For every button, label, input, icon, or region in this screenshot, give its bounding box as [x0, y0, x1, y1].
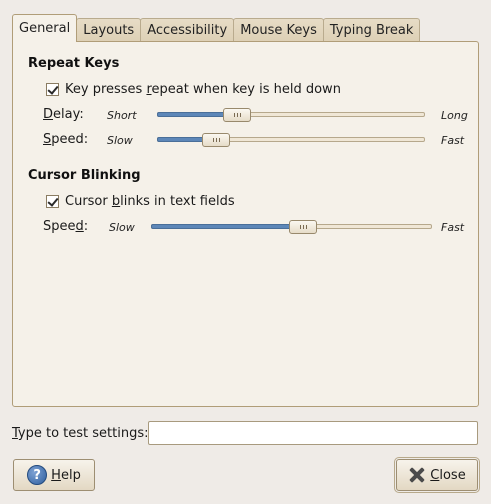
test-settings-label: Type to test settings:: [12, 426, 149, 441]
cursor-blink-checkbox-label: Cursor blinks in text fields: [65, 193, 235, 209]
repeat-speed-min-label: Slow: [107, 134, 133, 147]
repeat-speed-max-label: Fast: [441, 134, 465, 147]
tab-layouts[interactable]: Layouts: [76, 18, 142, 42]
repeat-speed-label: Speed:: [43, 132, 89, 147]
blink-speed-max-label: Fast: [441, 221, 465, 234]
close-icon: [408, 466, 426, 484]
close-button-label: Close: [430, 467, 466, 483]
cursor-blinking-heading: Cursor Blinking: [28, 168, 141, 183]
blink-speed-slider-fill: [151, 224, 303, 229]
help-icon: ?: [27, 465, 48, 485]
repeat-speed-slider-handle[interactable]: [202, 133, 230, 147]
tab-mouse-keys[interactable]: Mouse Keys: [233, 18, 324, 42]
tab-typing-break[interactable]: Typing Break: [322, 18, 421, 42]
tab-accessibility[interactable]: Accessibility: [140, 18, 235, 42]
help-button-label: Help: [51, 467, 81, 483]
cursor-blink-checkbox-row[interactable]: Cursor blinks in text fields: [46, 193, 235, 209]
blink-speed-min-label: Slow: [109, 221, 135, 234]
general-panel: Repeat Keys Key presses repeat when key …: [12, 41, 479, 407]
delay-slider[interactable]: [157, 108, 425, 122]
test-settings-input[interactable]: [148, 421, 478, 445]
tab-general[interactable]: General: [12, 14, 78, 42]
repeat-keys-checkbox[interactable]: [46, 82, 59, 96]
delay-label: Delay:: [43, 107, 84, 122]
cursor-blink-checkbox[interactable]: [46, 194, 59, 208]
blink-speed-slider[interactable]: [151, 220, 432, 234]
delay-max-label: Long: [441, 109, 468, 122]
repeat-keys-checkbox-row[interactable]: Key presses repeat when key is held down: [46, 81, 341, 97]
blink-speed-label: Speed:: [43, 219, 89, 234]
close-button[interactable]: Close: [394, 457, 480, 493]
delay-slider-handle[interactable]: [223, 108, 251, 122]
blink-speed-slider-handle[interactable]: [289, 220, 317, 234]
repeat-keys-heading: Repeat Keys: [28, 56, 120, 71]
help-button[interactable]: ? Help: [13, 459, 95, 491]
delay-min-label: Short: [107, 109, 137, 122]
repeat-speed-slider[interactable]: [157, 133, 425, 147]
repeat-keys-checkbox-label: Key presses repeat when key is held down: [65, 81, 341, 97]
tab-bar: General Layouts Accessibility Mouse Keys…: [12, 14, 421, 42]
